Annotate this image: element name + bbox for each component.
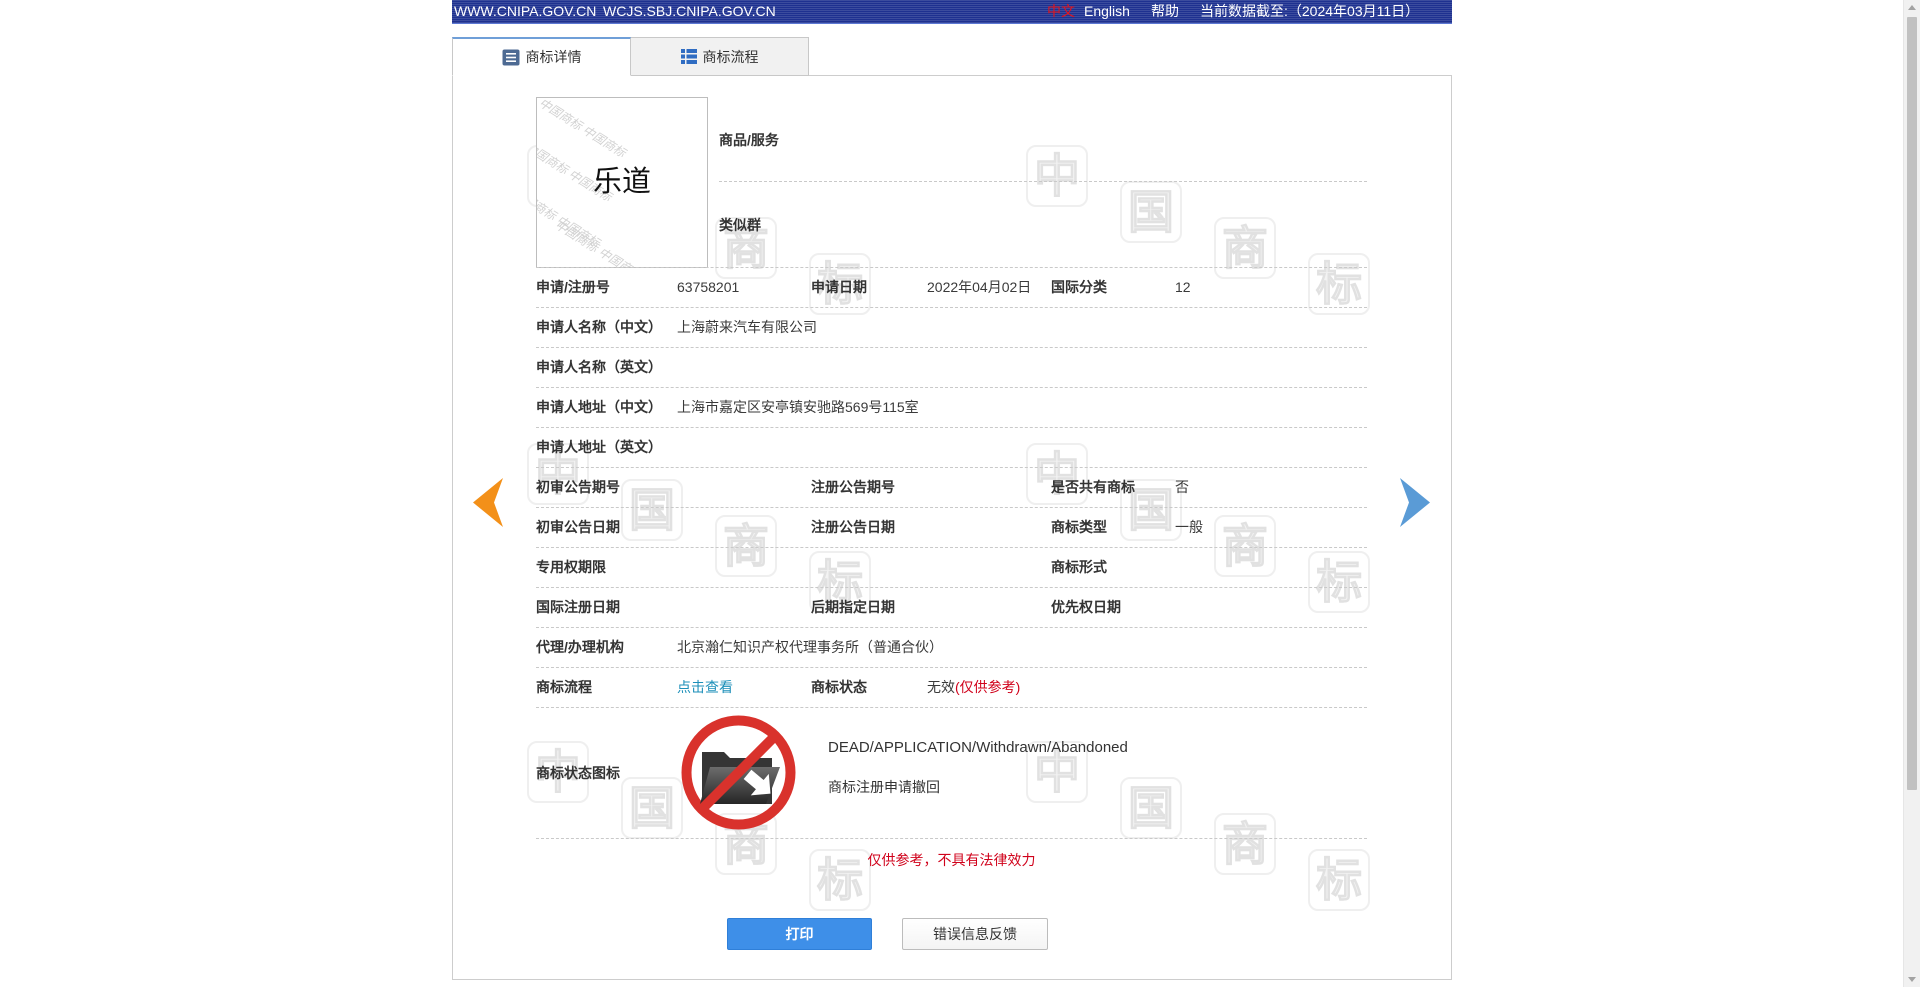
- help-link[interactable]: 帮助: [1151, 0, 1179, 23]
- tab-label: 商标流程: [702, 48, 759, 65]
- prelim-pub-date-label: 初审公告日期: [536, 519, 620, 535]
- list-icon: [502, 49, 520, 66]
- prev-arrow-icon[interactable]: [473, 478, 503, 527]
- reg-pub-no-label: 注册公告期号: [811, 479, 895, 495]
- folder-prohibited-icon: [680, 714, 797, 831]
- detail-row-process-status: 商标流程 点击查看 商标状态 无效(仅供参考): [536, 668, 1367, 708]
- process-label: 商标流程: [536, 679, 592, 695]
- page-scrollbar[interactable]: [1903, 0, 1920, 987]
- tab-label: 商标详情: [525, 49, 582, 65]
- status-value: 无效: [927, 679, 955, 695]
- detail-row-pub-no: 初审公告期号 注册公告期号 是否共有商标 否: [536, 468, 1367, 508]
- data-cutoff-date: 当前数据截至:（2024年03月11日）: [1200, 3, 1420, 19]
- priority-date-label: 优先权日期: [1051, 599, 1121, 615]
- address-en-label: 申请人地址（英文）: [536, 439, 662, 455]
- applicant-en-label: 申请人名称（英文）: [536, 359, 662, 375]
- reg-pub-date-label: 注册公告日期: [811, 519, 895, 535]
- similar-group-label: 类似群: [719, 217, 761, 233]
- status-value-group: 无效(仅供参考): [927, 668, 1020, 707]
- intl-class-value: 12: [1175, 279, 1191, 295]
- detail-row-pub-date: 初审公告日期 注册公告日期 商标类型 一般: [536, 508, 1367, 548]
- exclusive-term-label: 专用权期限: [536, 559, 606, 575]
- tab-trademark-detail[interactable]: 商标详情: [452, 37, 631, 76]
- app-date-value: 2022年04月02日: [927, 279, 1032, 295]
- address-cn-value: 上海市嘉定区安亭镇安驰路569号115室: [677, 399, 919, 415]
- next-arrow-icon[interactable]: [1400, 478, 1430, 527]
- prelim-pub-no-label: 初审公告期号: [536, 479, 620, 495]
- app-date-label: 申请日期: [811, 279, 867, 295]
- later-designation-date-label: 后期指定日期: [811, 599, 895, 615]
- detail-row-address-cn: 申请人地址（中文） 上海市嘉定区安亭镇安驰路569号115室: [536, 388, 1367, 428]
- legal-disclaimer: 仅供参考，不具有法律效力: [867, 852, 1036, 868]
- site-link-wcjs[interactable]: WCJS.SBJ.CNIPA.GOV.CN: [603, 0, 776, 23]
- detail-row-intl-dates: 国际注册日期 后期指定日期 优先权日期: [536, 588, 1367, 628]
- status-english-text: DEAD/APPLICATION/Withdrawn/Abandoned: [828, 739, 1128, 756]
- lang-chinese-link[interactable]: 中文: [1047, 0, 1075, 23]
- status-label: 商标状态: [811, 679, 867, 695]
- divider: [719, 181, 1367, 182]
- scroll-down-icon[interactable]: [1908, 977, 1916, 982]
- goods-services-label: 商品/服务: [719, 132, 779, 148]
- tm-type-label: 商标类型: [1051, 519, 1107, 535]
- status-reference-note: (仅供参考): [955, 679, 1021, 695]
- agent-label: 代理/办理机构: [536, 639, 624, 655]
- site-link-cnipa[interactable]: WWW.CNIPA.GOV.CN: [454, 0, 596, 23]
- trademark-image: 乐道 中国商标 中国商标 中国商标 中国商标 中国商标 中国商标 中国商标 中国商标: [536, 97, 708, 268]
- tm-type-value: 一般: [1175, 519, 1203, 535]
- reg-no-label: 申请/注册号: [536, 279, 610, 295]
- lang-english-link[interactable]: English: [1084, 0, 1130, 23]
- shared-value: 否: [1175, 479, 1189, 495]
- intl-reg-date-label: 国际注册日期: [536, 599, 620, 615]
- reg-no-value: 63758201: [677, 279, 740, 295]
- applicant-cn-label: 申请人名称（中文）: [536, 319, 662, 335]
- detail-row-agent: 代理/办理机构 北京瀚仁知识产权代理事务所（普通合伙）: [536, 628, 1367, 668]
- trademark-image-text: 乐道: [592, 164, 651, 198]
- view-process-link[interactable]: 点击查看: [677, 668, 733, 707]
- scroll-thumb[interactable]: [1907, 17, 1917, 790]
- top-header-bar: WWW.CNIPA.GOV.CN WCJS.SBJ.CNIPA.GOV.CN 中…: [452, 0, 1452, 24]
- address-cn-label: 申请人地址（中文）: [536, 399, 662, 415]
- error-feedback-button[interactable]: 错误信息反馈: [902, 918, 1048, 950]
- detail-row-address-en: 申请人地址（英文）: [536, 428, 1367, 468]
- grid-list-icon: [680, 49, 697, 64]
- shared-label: 是否共有商标: [1051, 479, 1135, 495]
- intl-class-label: 国际分类: [1051, 279, 1107, 295]
- detail-row-registration: 申请/注册号 63758201 申请日期 2022年04月02日 国际分类 12: [536, 268, 1367, 308]
- print-button[interactable]: 打印: [727, 918, 872, 950]
- tm-form-label: 商标形式: [1051, 559, 1107, 575]
- agent-value: 北京瀚仁知识产权代理事务所（普通合伙）: [677, 639, 943, 655]
- status-chinese-text: 商标注册申请撤回: [828, 779, 940, 795]
- detail-row-term: 专用权期限 商标形式: [536, 548, 1367, 588]
- detail-row-applicant-cn: 申请人名称（中文） 上海蔚来汽车有限公司: [536, 308, 1367, 348]
- applicant-cn-value: 上海蔚来汽车有限公司: [677, 319, 817, 335]
- status-icon-label: 商标状态图标: [536, 765, 620, 781]
- detail-row-applicant-en: 申请人名称（英文）: [536, 348, 1367, 388]
- tab-trademark-process[interactable]: 商标流程: [630, 37, 809, 76]
- detail-row-status-icon: 商标状态图标 DEAD/APPLICATION/Withdrawn/Abando…: [536, 708, 1367, 839]
- scroll-up-icon[interactable]: [1908, 5, 1916, 10]
